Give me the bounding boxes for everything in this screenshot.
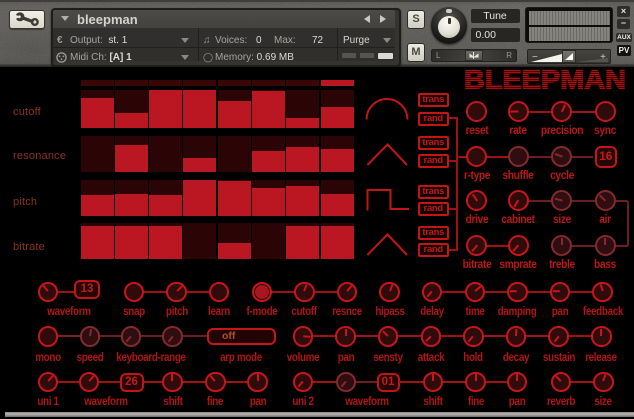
svg-text:BLEEPMAN: BLEEPMAN bbox=[464, 68, 626, 90]
